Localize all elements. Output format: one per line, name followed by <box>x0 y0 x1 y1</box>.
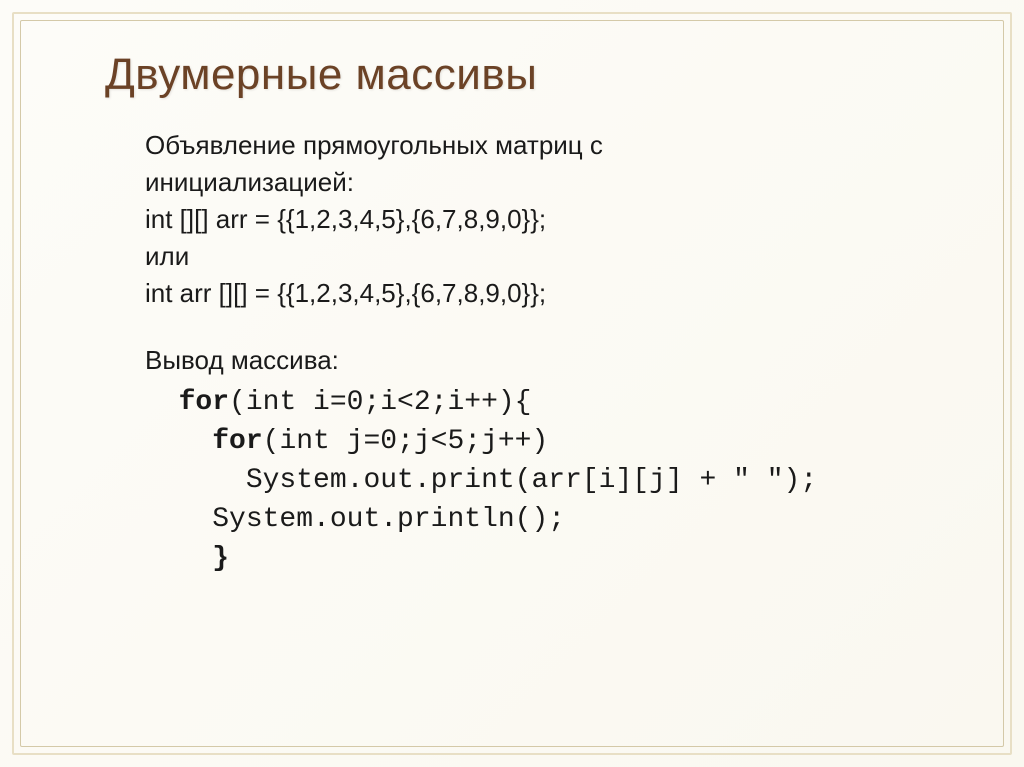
code-line-3: System.out.print(arr[i][j] + " "); <box>145 461 954 500</box>
for-keyword-2: for <box>212 426 262 457</box>
code-block: for(int i=0;i<2;i++){ for(int j=0;j<5;j+… <box>145 383 954 579</box>
declaration-1: int [][] arr = {{1,2,3,4,5},{6,7,8,9,0}}… <box>145 202 954 237</box>
println-statement: System.out.println(); <box>212 504 565 535</box>
intro-line-1: Объявление прямоугольных матриц с <box>145 128 954 163</box>
spacer <box>145 313 954 343</box>
or-text: или <box>145 239 954 274</box>
slide-title: Двумерные массивы <box>105 50 954 100</box>
code-rest-2: (int j=0;j<5;j++) <box>263 426 549 457</box>
slide-content: Объявление прямоугольных матриц с инициа… <box>145 128 954 579</box>
for-keyword-1: for <box>179 387 229 418</box>
code-line-2: for(int j=0;j<5;j++) <box>145 422 954 461</box>
code-line-4: System.out.println(); <box>145 500 954 539</box>
close-brace: } <box>212 543 229 574</box>
slide-container: Двумерные массивы Объявление прямоугольн… <box>0 0 1024 767</box>
code-rest-1: (int i=0;i<2;i++){ <box>229 387 531 418</box>
intro-line-2: инициализацией: <box>145 165 954 200</box>
code-line-1: for(int i=0;i<2;i++){ <box>145 383 954 422</box>
declaration-2: int arr [][] = {{1,2,3,4,5},{6,7,8,9,0}}… <box>145 276 954 311</box>
output-label: Вывод массива: <box>145 343 954 378</box>
code-line-5: } <box>145 539 954 578</box>
print-statement: System.out.print(arr[i][j] + " "); <box>246 465 817 496</box>
